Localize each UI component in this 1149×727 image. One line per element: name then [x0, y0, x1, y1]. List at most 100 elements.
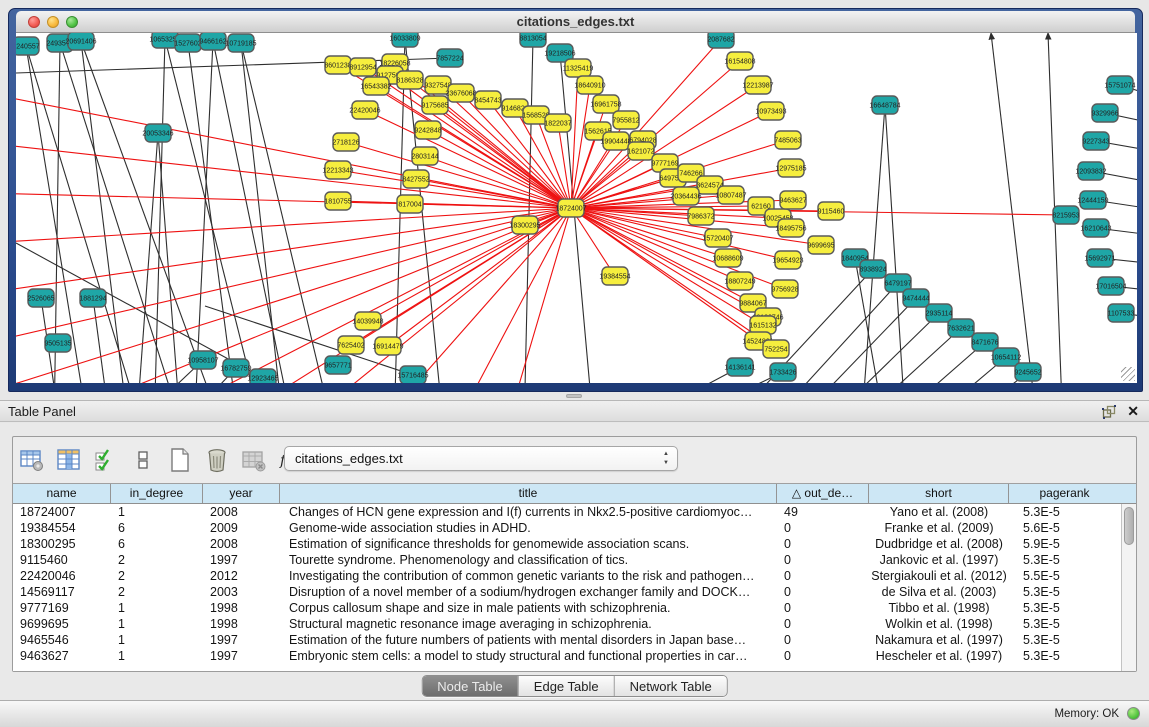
table-cell: Estimation of significance thresholds fo… [280, 536, 777, 552]
network-canvas-container[interactable]: 1872400712405572493572206914061065325715… [16, 33, 1137, 383]
table-cell: Wolkin et al. (1998) [869, 616, 1009, 632]
memory-ok-led-icon [1127, 707, 1140, 720]
table-row[interactable]: 977716911998Corpus callosum shape and si… [13, 600, 1121, 616]
table-cell: 5.6E-5 [1009, 520, 1120, 536]
selected-network-name: citations_edges.txt [295, 451, 403, 466]
table-cell: 0 [777, 584, 869, 600]
network-canvas[interactable]: 1872400712405572493572206914061065325715… [16, 33, 1137, 383]
table-cell: 9463627 [13, 648, 111, 664]
column-visibility-icon[interactable] [56, 447, 82, 473]
tab-edge-table[interactable]: Edge Table [518, 676, 614, 696]
table-row[interactable]: 1456911722003Disruption of a novel membe… [13, 584, 1121, 600]
column-header-3[interactable]: title [280, 484, 777, 503]
graph-node-label: 9505135 [44, 341, 71, 348]
table-row[interactable]: 1872400712008Changes of HCN gene express… [13, 504, 1121, 520]
table-cell: 18300295 [13, 536, 111, 552]
table-row[interactable]: 1830029562008Estimation of significance … [13, 536, 1121, 552]
table-cell: 6 [111, 520, 203, 536]
graph-node-label: 1107533 [1108, 311, 1135, 318]
table-row[interactable]: 2242004622012Investigating the contribut… [13, 568, 1121, 584]
table-row[interactable]: 946362711997Embryonic stem cells: a mode… [13, 648, 1121, 664]
close-panel-icon[interactable]: ✕ [1127, 403, 1139, 420]
table-cell: 14569117 [13, 584, 111, 600]
table-cell: 0 [777, 552, 869, 568]
table-cell: 1 [111, 600, 203, 616]
tab-network-table[interactable]: Network Table [614, 676, 727, 696]
graph-node-label: 1881294 [79, 296, 106, 303]
graph-node-label: 6479197 [884, 281, 911, 288]
graph-node-label: 23676068 [445, 91, 476, 98]
table-panel-inset: f (x) citations_edges.txt ▲▼ namein_degr… [12, 436, 1137, 672]
table-header-row: namein_degreeyeartitle△ out_de…shortpage… [13, 484, 1136, 504]
graph-node-label: 16210643 [1080, 226, 1111, 233]
graph-node-label: 8427552 [402, 177, 429, 184]
table-cell: 1998 [203, 600, 280, 616]
column-header-0[interactable]: name [13, 484, 111, 503]
rows-icon[interactable] [130, 447, 156, 473]
network-table-selector[interactable]: citations_edges.txt ▲▼ [284, 446, 678, 471]
graph-node-label: 2087682 [707, 37, 734, 44]
column-header-6[interactable]: pagerank [1009, 484, 1120, 503]
graph-node-label: 7632621 [947, 326, 974, 333]
graph-node-label: 10654112 [991, 355, 1022, 362]
delete-column-icon[interactable] [204, 447, 230, 473]
table-row[interactable]: 911546021997Tourette syndrome. Phenomeno… [13, 552, 1121, 568]
graph-node-label: 1733426 [769, 370, 796, 377]
graph-node-label: 9466162 [199, 39, 226, 46]
graph-node-label: 17016504 [1095, 284, 1126, 291]
table-row[interactable]: 969969511998Structural magnetic resonanc… [13, 616, 1121, 632]
column-header-5[interactable]: short [869, 484, 1009, 503]
graph-node-label: 20691406 [65, 39, 96, 46]
table-cell: Dudbridge et al. (2008) [869, 536, 1009, 552]
table-cell: 2003 [203, 584, 280, 600]
graph-node-label: 16782759 [220, 366, 251, 373]
window-resize-grip[interactable] [1121, 367, 1135, 381]
table-cell: 9699695 [13, 616, 111, 632]
node-table: namein_degreeyeartitle△ out_de…shortpage… [13, 483, 1136, 671]
graph-node-label: 15751074 [1104, 83, 1135, 90]
new-column-icon[interactable] [167, 447, 193, 473]
vertical-scrollbar[interactable] [1121, 504, 1136, 671]
table-row[interactable]: 1938455462009Genome-wide association stu… [13, 520, 1121, 536]
table-cell: 49 [777, 504, 869, 520]
table-cell: 2012 [203, 568, 280, 584]
float-window-icon[interactable] [1102, 405, 1116, 419]
graph-node-label: 1621072 [627, 149, 654, 156]
table-body: 1872400712008Changes of HCN gene express… [13, 504, 1121, 671]
network-view-window: citations_edges.txt 18724007124055724935… [8, 8, 1143, 392]
table-panel-body: f (x) citations_edges.txt ▲▼ namein_degr… [0, 423, 1149, 700]
table-cell: 5.3E-5 [1009, 552, 1120, 568]
status-bar: Memory: OK [0, 700, 1149, 727]
graph-node-label: 8938924 [859, 267, 886, 274]
table-cell: 1997 [203, 648, 280, 664]
graph-node-label: 9657771 [324, 363, 351, 370]
table-cell: Changes of HCN gene expression and I(f) … [280, 504, 777, 520]
scrollbar-thumb[interactable] [1124, 507, 1134, 545]
tab-node-table[interactable]: Node Table [422, 676, 518, 696]
table-cell: 22420046 [13, 568, 111, 584]
graph-node-label: 8454743 [474, 98, 501, 105]
column-header-4[interactable]: △ out_de… [777, 484, 869, 503]
graph-node-label: 9884067 [739, 301, 766, 308]
column-header-2[interactable]: year [203, 484, 280, 503]
table-cell: 0 [777, 520, 869, 536]
table-cell: 0 [777, 632, 869, 648]
table-cell: Franke et al. (2009) [869, 520, 1009, 536]
table-cell: Yano et al. (2008) [869, 504, 1009, 520]
table-cell: 5.3E-5 [1009, 632, 1120, 648]
table-cell: Tourette syndrome. Phenomenology and cla… [280, 552, 777, 568]
graph-node-label: 19654923 [772, 258, 803, 265]
column-header-1[interactable]: in_degree [111, 484, 203, 503]
split-handle[interactable] [566, 394, 582, 398]
graph-node-label: 7857224 [436, 56, 463, 63]
delete-table-icon[interactable] [241, 447, 267, 473]
select-all-icon[interactable] [93, 447, 119, 473]
graph-node-label: 7955812 [612, 118, 639, 125]
table-cell: 2 [111, 552, 203, 568]
graph-node-label: 8601238 [324, 63, 351, 70]
table-mode-icon[interactable] [19, 447, 45, 473]
memory-status-label: Memory: OK [1054, 708, 1119, 720]
window-titlebar[interactable]: citations_edges.txt [16, 11, 1135, 33]
graph-node-label: 20364436 [670, 194, 701, 201]
table-row[interactable]: 946554611997Estimation of the future num… [13, 632, 1121, 648]
